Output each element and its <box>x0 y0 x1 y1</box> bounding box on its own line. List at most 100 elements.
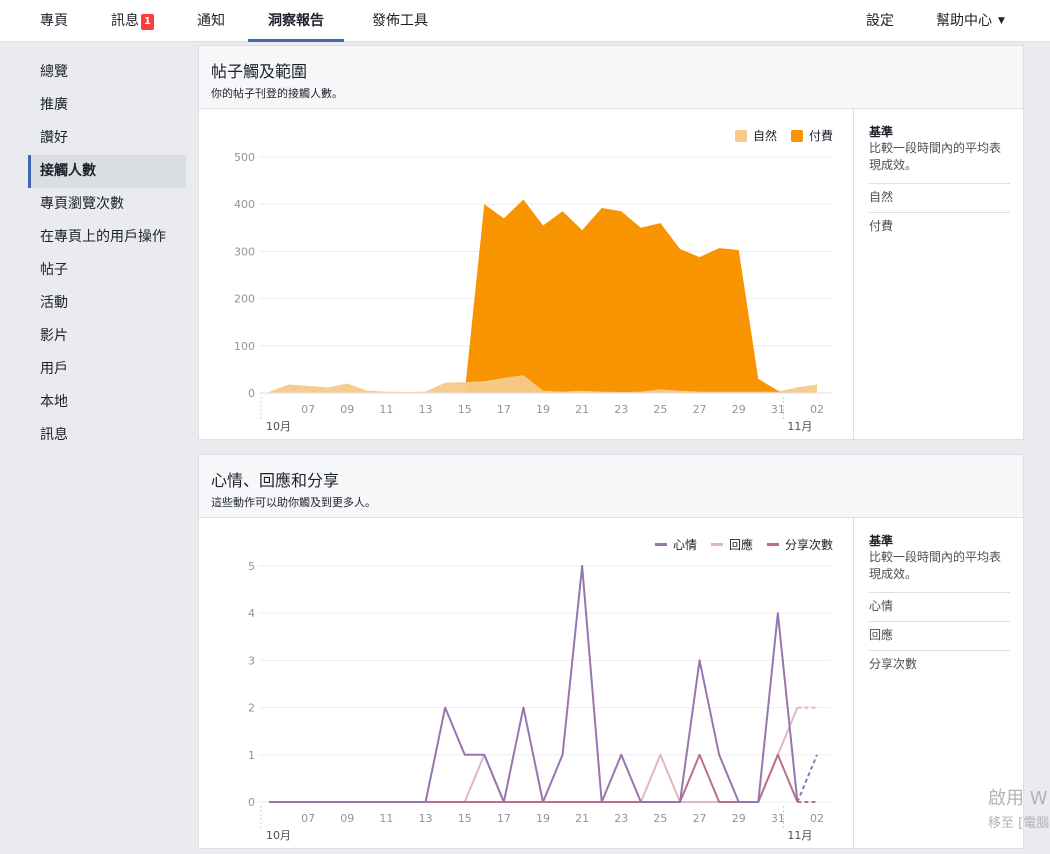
card-subtitle: 這些動作可以助你觸及到更多人。 <box>211 496 376 509</box>
month-label: 10月 <box>266 420 291 433</box>
x-tick-label: 27 <box>693 812 707 825</box>
y-tick-label: 3 <box>248 654 255 667</box>
x-tick-label: 13 <box>419 812 433 825</box>
x-tick-label: 09 <box>340 403 354 416</box>
reach-chart: 自然 付費 0 100 200 300 400 500 07 09 11 13 15 17 19 21 23 2… <box>199 109 854 439</box>
sidebar-item-likes[interactable]: 讚好 <box>28 122 186 155</box>
x-tick-label: 29 <box>732 403 746 416</box>
x-tick-label: 07 <box>301 403 315 416</box>
tab-label: 訊息 <box>111 13 139 29</box>
x-tick-label: 09 <box>340 812 354 825</box>
x-tick-label: 17 <box>497 403 511 416</box>
reach-chart-svg: 0 100 200 300 400 500 07 09 11 13 15 17 19 21 23 25 27 29… <box>234 151 831 433</box>
insights-sidebar: 總覽 推廣 讚好 接觸人數 專頁瀏覽次數 在專頁上的用戶操作 帖子 活動 影片 用戶 本地 訊息 <box>28 56 186 452</box>
y-tick-label: 100 <box>234 340 255 353</box>
y-tick-label: 300 <box>234 245 255 258</box>
card-subtitle: 你的帖子刊登的接觸人數。 <box>211 87 343 100</box>
y-tick-label: 4 <box>248 607 255 620</box>
x-tick-label: 11 <box>379 812 393 825</box>
sidebar-item-events[interactable]: 活動 <box>28 287 186 320</box>
x-tick-label: 25 <box>653 812 667 825</box>
unread-badge: 1 <box>141 14 154 30</box>
x-tick-label: 21 <box>575 403 589 416</box>
card-title: 心情、回應和分享 <box>211 471 340 490</box>
sidebar-item-reach[interactable]: 接觸人數 <box>28 155 186 188</box>
y-tick-label: 400 <box>234 198 255 211</box>
post-reach-card: 帖子觸及範圍 你的帖子刊登的接觸人數。 自然 付費 0 100 200 300 400 50… <box>198 45 1024 440</box>
card-header: 帖子觸及範圍 你的帖子刊登的接觸人數。 <box>199 46 1023 109</box>
help-center-menu[interactable]: 幫助中心 ▼ <box>936 0 1005 42</box>
x-tick-label: 02 <box>810 403 824 416</box>
x-tick-label: 29 <box>732 812 746 825</box>
reactions-line-partial <box>796 754 818 803</box>
x-tick-label: 02 <box>810 812 824 825</box>
x-tick-label: 11 <box>379 403 393 416</box>
tab-notifications[interactable]: 通知 <box>197 0 225 42</box>
tab-label: 通知 <box>197 13 225 29</box>
sidebar-item-posts[interactable]: 帖子 <box>28 254 186 287</box>
benchmark-description: 比較一段時間內的平均表現成效。 <box>869 140 1010 184</box>
watermark-line-1: 啟用 W <box>988 788 1048 809</box>
tab-messages[interactable]: 訊息 1 <box>111 0 154 42</box>
sidebar-item-overview[interactable]: 總覽 <box>28 56 186 89</box>
x-tick-label: 13 <box>419 403 433 416</box>
y-tick-label: 2 <box>248 702 255 715</box>
x-tick-label: 17 <box>497 812 511 825</box>
reactions-chart-svg: 01234507 09 11 13 15 17 19 21 23 25 27 29 31 0210月 11月 <box>248 560 831 842</box>
settings-link[interactable]: 設定 <box>866 0 894 42</box>
x-tick-label: 31 <box>771 403 785 416</box>
x-tick-label: 15 <box>458 812 472 825</box>
reactions-card: 心情、回應和分享 這些動作可以助你觸及到更多人。 心情 回應 分享次數 012345… <box>198 454 1024 849</box>
benchmark-row-paid[interactable]: 付費 <box>869 213 1010 242</box>
y-tick-label: 500 <box>234 151 255 164</box>
sidebar-item-promotions[interactable]: 推廣 <box>28 89 186 122</box>
benchmark-row-organic[interactable]: 自然 <box>869 184 1010 213</box>
y-tick-label: 0 <box>248 796 255 809</box>
caret-down-icon: ▼ <box>998 16 1005 26</box>
sidebar-item-videos[interactable]: 影片 <box>28 320 186 353</box>
month-label: 11月 <box>787 420 812 433</box>
top-navigation: 專頁 訊息 1 通知 洞察報告 發佈工具 設定 幫助中心 ▼ <box>0 0 1050 42</box>
y-tick-label: 0 <box>248 387 255 400</box>
benchmark-row-reactions[interactable]: 心情 <box>869 593 1010 622</box>
benchmark-panel: 基準 比較一段時間內的平均表現成效。 自然 付費 <box>869 123 1010 242</box>
sidebar-item-people[interactable]: 用戶 <box>28 353 186 386</box>
paid-area <box>269 199 817 393</box>
sidebar-item-messages[interactable]: 訊息 <box>28 419 186 452</box>
y-tick-label: 5 <box>248 560 255 573</box>
card-title: 帖子觸及範圍 <box>211 62 308 81</box>
reactions-chart: 心情 回應 分享次數 0 1 2 3 4 5 07 09 11 13 15 17 19 21 23 25 27 29 3… <box>199 518 854 848</box>
x-tick-label: 19 <box>536 403 550 416</box>
sidebar-item-page-views[interactable]: 專頁瀏覽次數 <box>28 188 186 221</box>
x-tick-label: 23 <box>614 812 628 825</box>
x-tick-label: 19 <box>536 812 550 825</box>
help-center-label: 幫助中心 <box>936 13 992 29</box>
tab-page[interactable]: 專頁 <box>40 0 68 42</box>
month-label: 11月 <box>787 829 812 842</box>
tab-label: 專頁 <box>40 13 68 29</box>
benchmark-row-shares[interactable]: 分享次數 <box>869 651 1010 680</box>
x-tick-label: 27 <box>693 403 707 416</box>
benchmark-row-comments[interactable]: 回應 <box>869 622 1010 651</box>
activation-watermark: 啟用 W 移至 [電腦 <box>988 784 1049 831</box>
reactions-line <box>269 565 799 803</box>
x-tick-label: 21 <box>575 812 589 825</box>
tab-insights[interactable]: 洞察報告 <box>248 0 344 42</box>
x-tick-label: 25 <box>653 403 667 416</box>
x-tick-label: 31 <box>771 812 785 825</box>
y-tick-label: 200 <box>234 293 255 306</box>
month-label: 10月 <box>266 829 291 842</box>
tab-publishing-tools[interactable]: 發佈工具 <box>372 0 428 42</box>
x-tick-label: 15 <box>458 403 472 416</box>
benchmark-panel: 基準 比較一段時間內的平均表現成效。 心情 回應 分享次數 <box>869 532 1010 680</box>
shares-line <box>269 753 799 803</box>
card-header: 心情、回應和分享 這些動作可以助你觸及到更多人。 <box>199 455 1023 518</box>
x-tick-label: 23 <box>614 403 628 416</box>
benchmark-heading: 基準 <box>869 534 894 548</box>
benchmark-description: 比較一段時間內的平均表現成效。 <box>869 549 1010 593</box>
sidebar-item-actions-on-page[interactable]: 在專頁上的用戶操作 <box>28 221 186 254</box>
y-tick-label: 1 <box>248 749 255 762</box>
watermark-line-2: 移至 [電腦 <box>988 816 1050 831</box>
sidebar-item-local[interactable]: 本地 <box>28 386 186 419</box>
tab-label: 洞察報告 <box>268 13 324 29</box>
